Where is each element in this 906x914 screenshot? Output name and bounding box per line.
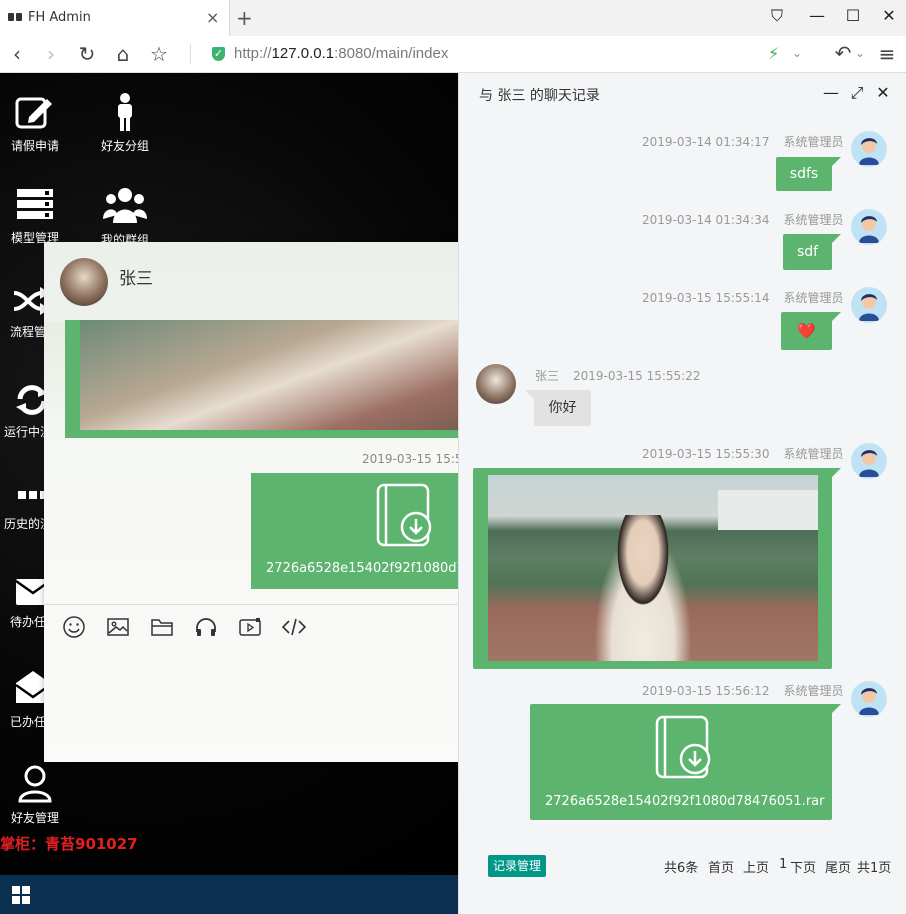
secure-shield-icon: ✓	[212, 47, 225, 61]
photo-building	[718, 490, 818, 530]
pager-total: 共6条	[664, 861, 699, 876]
pager-pages: 共1页	[857, 861, 892, 876]
window-skin-icon[interactable]: ⛉	[762, 6, 792, 26]
photo-person	[588, 515, 698, 661]
admin-avatar[interactable]	[851, 443, 887, 479]
chat-message-time: 2019-03-15 15:55:30	[362, 452, 458, 466]
browser-tab-bar: FH Admin × + ⛉ — ☐ ✕	[0, 0, 906, 36]
desktop: 请假申请 模型管理 流程管 运行中流 历史的流 待办任 已办任 好友管理 好友分…	[0, 73, 458, 875]
menu-button[interactable]: ≡	[874, 43, 900, 65]
windows-start-icon[interactable]	[12, 886, 30, 904]
shopkeeper-label: 掌柜：青苔901027	[0, 835, 138, 853]
chat-history-panel: 与 张三 的聊天记录 — ⤢ ✕ 2019-03-14 01:34:17 系统管理…	[458, 73, 906, 914]
desktop-icon-friend-group[interactable]: 好友分组	[90, 93, 160, 154]
folder-icon[interactable]	[150, 615, 174, 639]
url-field[interactable]: http://127.0.0.1:8080/main/index	[234, 45, 448, 62]
pager-next[interactable]: 下页	[790, 857, 816, 876]
message-meta: 2019-03-14 01:34:17 系统管理员	[642, 135, 844, 149]
window-close-button[interactable]: ✕	[874, 6, 904, 25]
pager-prev[interactable]: 上页	[743, 857, 769, 876]
image-icon[interactable]	[106, 615, 130, 639]
emoji-icon[interactable]	[62, 615, 86, 639]
speed-mode-icon[interactable]: ⚡	[768, 44, 779, 63]
address-bar: ‹ › ↻ ⌂ ☆ ✓ http://127.0.0.1:8080/main/i…	[0, 36, 906, 73]
forward-button[interactable]: ›	[38, 43, 64, 65]
file-name: 2726a6528e15402f92f1080d78476051.rar	[545, 794, 825, 809]
home-button[interactable]: ⌂	[110, 43, 136, 65]
message-photo	[488, 475, 818, 661]
incoming-message-bubble[interactable]: 你好	[525, 390, 591, 426]
chevron-down-icon[interactable]: ⌄	[855, 46, 865, 60]
tab-close-icon[interactable]: ×	[206, 8, 219, 27]
chat-image-message[interactable]	[65, 320, 458, 438]
desktop-icon-friends[interactable]: 好友管理	[0, 763, 70, 826]
chat-file-message[interactable]: 2726a6528e15402f92f1080d78476051.rar	[251, 473, 458, 589]
chat-header: 张三	[44, 242, 458, 322]
message-meta: 2019-03-14 01:34:34 系统管理员	[642, 213, 844, 227]
headphones-icon[interactable]	[194, 615, 218, 639]
chevron-down-icon[interactable]: ⌄	[792, 46, 802, 60]
message-meta: 2019-03-15 15:55:14 系统管理员	[642, 291, 844, 305]
panel-title: 与 张三 的聊天记录	[479, 88, 600, 104]
toolbar-divider	[190, 44, 191, 64]
chat-window: 张三 2019-03-15 15:55:30 2726a6528e15402f9…	[44, 242, 458, 762]
taskbar	[0, 875, 458, 914]
message-meta: 张三 2019-03-15 15:55:22	[535, 369, 701, 383]
back-button[interactable]: ‹	[4, 43, 30, 65]
site-favicon-icon	[8, 12, 24, 22]
file-message-bubble[interactable]: 2726a6528e15402f92f1080d78476051.rar	[530, 704, 841, 820]
message-meta: 2019-03-15 15:55:30 系统管理员	[642, 447, 844, 461]
code-icon[interactable]	[282, 615, 306, 639]
edit-icon	[15, 97, 52, 129]
window-maximize-button[interactable]: ☐	[838, 6, 868, 25]
maximize-icon[interactable]: ⤢	[847, 83, 867, 103]
contact-name: 张三	[119, 269, 153, 289]
video-icon[interactable]	[238, 615, 262, 639]
admin-avatar[interactable]	[851, 131, 887, 167]
minimize-icon[interactable]: —	[821, 83, 841, 103]
file-download-icon	[376, 483, 432, 547]
chat-file-name: 2726a6528e15402f92f1080d78476051.rar	[266, 561, 458, 576]
message-meta: 2019-03-15 15:56:12 系统管理员	[642, 684, 844, 698]
contact-avatar[interactable]	[60, 258, 108, 306]
bookmark-star-icon[interactable]: ☆	[146, 43, 172, 65]
chat-photo	[80, 320, 458, 430]
pager-current: 1	[779, 857, 788, 872]
admin-avatar[interactable]	[851, 681, 887, 717]
admin-avatar[interactable]	[851, 209, 887, 245]
desktop-icon-leave[interactable]: 请假申请	[0, 93, 70, 154]
pager-first[interactable]: 首页	[708, 857, 734, 876]
pager-last[interactable]: 尾页	[825, 857, 851, 876]
browser-tab[interactable]: FH Admin ×	[0, 0, 230, 36]
record-management-button[interactable]: 记录管理	[488, 855, 547, 877]
admin-avatar[interactable]	[851, 287, 887, 323]
close-icon[interactable]: ✕	[873, 83, 893, 103]
image-message-bubble[interactable]	[473, 468, 841, 669]
heart-message-bubble[interactable]: ❤️	[781, 312, 841, 350]
new-tab-button[interactable]: +	[236, 6, 253, 30]
undo-close-button[interactable]: ↶	[830, 42, 856, 64]
user-icon	[18, 765, 52, 803]
chat-toolbar	[44, 604, 458, 644]
reload-button[interactable]: ↻	[74, 43, 100, 65]
window-minimize-button[interactable]: —	[802, 6, 832, 25]
tab-title: FH Admin	[28, 10, 91, 25]
file-download-icon	[655, 715, 711, 779]
desktop-icon-model[interactable]: 模型管理	[0, 185, 70, 246]
server-icon	[17, 189, 53, 219]
contact-avatar[interactable]	[476, 364, 516, 404]
message-bubble[interactable]: sdf	[783, 234, 841, 270]
message-bubble[interactable]: sdfs	[776, 157, 841, 191]
desktop-icon-my-group[interactable]: 我的群组	[90, 185, 160, 248]
group-icon	[103, 188, 147, 223]
person-icon	[118, 93, 132, 131]
